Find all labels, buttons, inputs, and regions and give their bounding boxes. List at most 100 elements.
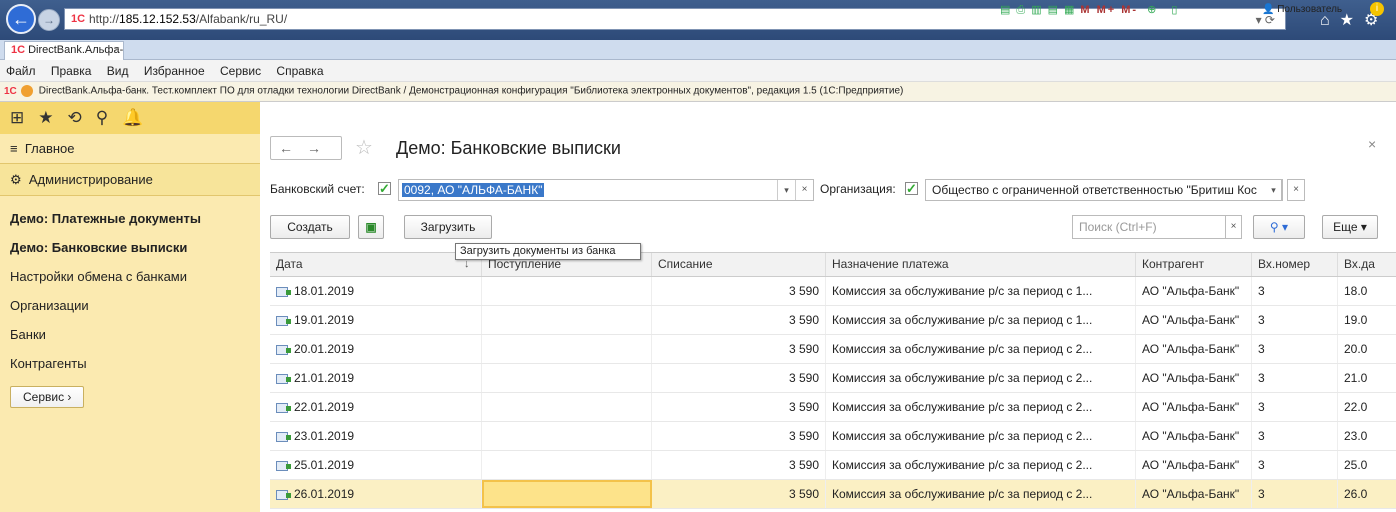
menu-file[interactable]: Файл <box>6 64 36 78</box>
sidebar-item-exchange-settings[interactable]: Настройки обмена с банками <box>0 262 260 291</box>
cell-purpose: Комиссия за обслуживание р/с за период с… <box>826 422 1136 450</box>
sidebar-nav-list: Демо: Платежные документы Демо: Банковск… <box>0 196 260 416</box>
load-button[interactable]: Загрузить <box>404 215 492 239</box>
col-in-number[interactable]: Вх.номер <box>1252 253 1338 276</box>
sidebar-item-banks[interactable]: Банки <box>0 320 260 349</box>
cell-date: 21.01.2019 <box>270 364 482 392</box>
col-purpose[interactable]: Назначение платежа <box>826 253 1136 276</box>
account-label: Банковский счет: <box>270 182 365 196</box>
menu-bar: Файл Правка Вид Избранное Сервис Справка <box>0 60 1396 82</box>
cell-income[interactable] <box>482 393 652 421</box>
document-icon[interactable]: ▣ <box>358 215 384 239</box>
app-title-bar: 1C DirectBank.Альфа-банк. Тест.комплект П… <box>0 82 1396 102</box>
col-contractor[interactable]: Контрагент <box>1136 253 1252 276</box>
table-row[interactable]: 23.01.2019 3 590 Комиссия за обслуживание … <box>270 422 1396 451</box>
table-row[interactable]: 22.01.2019 3 590 Комиссия за обслуживание … <box>270 393 1396 422</box>
cell-purpose: Комиссия за обслуживание р/с за период с… <box>826 364 1136 392</box>
app-menu-icon[interactable] <box>20 85 33 97</box>
table-row[interactable]: 25.01.2019 3 590 Комиссия за обслуживание … <box>270 451 1396 480</box>
sidebar-admin-label: Администрирование <box>28 172 153 187</box>
tab-site-icon: 1C <box>11 44 26 56</box>
org-clear-icon[interactable]: × <box>1287 179 1305 201</box>
history-icon[interactable]: ⟲ <box>68 108 96 127</box>
cell-in-date: 26.0 <box>1338 480 1396 508</box>
statement-icon <box>276 315 291 326</box>
organization-label: Организация: <box>820 182 896 196</box>
org-chevron-down-icon[interactable]: ▾ <box>1266 179 1282 201</box>
organization-field[interactable]: Общество с ограниченной ответственностью… <box>925 179 1283 201</box>
statement-icon <box>276 402 291 413</box>
app-toolbar-icons[interactable]: ▤⎙▥▤▦M M+ M- ⊕ ▯ <box>1000 3 1183 17</box>
sidebar-item-organizations[interactable]: Организации <box>0 291 260 320</box>
search-button[interactable]: ⚲ ▾ <box>1253 215 1305 239</box>
col-date[interactable]: Дата ↓ <box>270 253 482 276</box>
cell-expense: 3 590 <box>652 393 826 421</box>
table-row[interactable]: 21.01.2019 3 590 Комиссия за обслуживание … <box>270 364 1396 393</box>
bell-icon[interactable]: 🔔 <box>122 108 157 127</box>
cell-income[interactable] <box>482 277 652 305</box>
table-row[interactable]: 26.01.2019 3 590 Комиссия за обслуживание … <box>270 480 1396 509</box>
sidebar-item-bank-statements[interactable]: Демо: Банковские выписки <box>0 233 260 262</box>
close-icon[interactable]: × <box>1368 136 1376 152</box>
sidebar-item-payment-docs[interactable]: Демо: Платежные документы <box>0 204 260 233</box>
account-field[interactable]: 0092, АО "АЛЬФА-БАНК" ▾ × <box>398 179 814 201</box>
cell-income[interactable] <box>482 451 652 479</box>
organization-checkbox[interactable]: ✓ <box>905 182 918 195</box>
refresh-icon[interactable]: ▾ ⟳ <box>1256 13 1275 27</box>
search-input[interactable]: Поиск (Ctrl+F) <box>1072 215 1226 239</box>
more-button[interactable]: Еще ▾ <box>1322 215 1378 239</box>
cell-income[interactable] <box>482 335 652 363</box>
browser-tab[interactable]: 1CDirectBank.Альфа-банк. Те... × <box>4 41 124 60</box>
menu-favorites[interactable]: Избранное <box>144 64 205 78</box>
table-row[interactable]: 20.01.2019 3 590 Комиссия за обслуживание … <box>270 335 1396 364</box>
search-clear-icon[interactable]: × <box>1226 215 1242 239</box>
cell-date-text: 21.01.2019 <box>294 371 355 385</box>
user-menu[interactable]: 👤 Пользователь <box>1262 4 1342 15</box>
menu-view[interactable]: Вид <box>107 64 129 78</box>
account-checkbox[interactable]: ✓ <box>378 182 391 195</box>
menu-tools[interactable]: Сервис <box>220 64 261 78</box>
col-expense[interactable]: Списание <box>652 253 826 276</box>
favorite-star-icon[interactable]: ☆ <box>355 135 373 160</box>
grid-menu-icon[interactable]: ⊞ <box>10 108 38 127</box>
create-button[interactable]: Создать <box>270 215 350 239</box>
tab-close-icon[interactable]: × <box>114 44 120 56</box>
cell-in-number: 3 <box>1252 364 1338 392</box>
app-title: DirectBank.Альфа-банк. Тест.комплект ПО … <box>38 85 904 97</box>
favorites-star-icon[interactable]: ★ <box>38 108 67 127</box>
history-nav-buttons[interactable]: ←→ <box>270 136 342 160</box>
cell-in-date: 23.0 <box>1338 422 1396 450</box>
cell-income[interactable] <box>482 364 652 392</box>
cell-in-date: 18.0 <box>1338 277 1396 305</box>
help-icon[interactable]: i <box>1370 2 1384 16</box>
cell-purpose: Комиссия за обслуживание р/с за период с… <box>826 480 1136 508</box>
cell-income[interactable] <box>482 422 652 450</box>
sidebar-main-label: Главное <box>24 141 75 156</box>
statement-icon <box>276 431 291 442</box>
cell-in-number: 3 <box>1252 277 1338 305</box>
back-button[interactable]: ← <box>6 4 36 34</box>
forward-button[interactable]: → <box>38 9 60 31</box>
cell-in-date: 25.0 <box>1338 451 1396 479</box>
sidebar-item-admin[interactable]: ⚙ Администрирование <box>0 164 260 196</box>
menu-help[interactable]: Справка <box>276 64 323 78</box>
memory-buttons[interactable]: M M+ M- <box>1080 4 1138 16</box>
cell-contractor: АО "Альфа-Банк" <box>1136 480 1252 508</box>
cell-income[interactable] <box>482 480 652 508</box>
service-button[interactable]: Сервис › <box>10 386 85 408</box>
cell-date-text: 26.01.2019 <box>294 487 355 501</box>
menu-edit[interactable]: Правка <box>51 64 92 78</box>
chevron-down-icon[interactable]: ▾ <box>777 180 795 200</box>
table-row[interactable]: 19.01.2019 3 590 Комиссия за обслуживание … <box>270 306 1396 335</box>
table-row[interactable]: 18.01.2019 3 590 Комиссия за обслуживание … <box>270 277 1396 306</box>
cell-income[interactable] <box>482 306 652 334</box>
back-arrow-icon[interactable]: ← <box>279 140 307 156</box>
forward-arrow-icon[interactable]: → <box>307 140 335 156</box>
sidebar-item-main[interactable]: ≡ Главное <box>0 134 260 164</box>
statement-icon <box>276 460 291 471</box>
sidebar-item-contractors[interactable]: Контрагенты <box>0 349 260 378</box>
col-in-date[interactable]: Вх.да <box>1338 253 1396 276</box>
clear-icon[interactable]: × <box>795 180 813 200</box>
search-icon[interactable]: ⚲ <box>96 108 122 127</box>
cell-in-number: 3 <box>1252 393 1338 421</box>
